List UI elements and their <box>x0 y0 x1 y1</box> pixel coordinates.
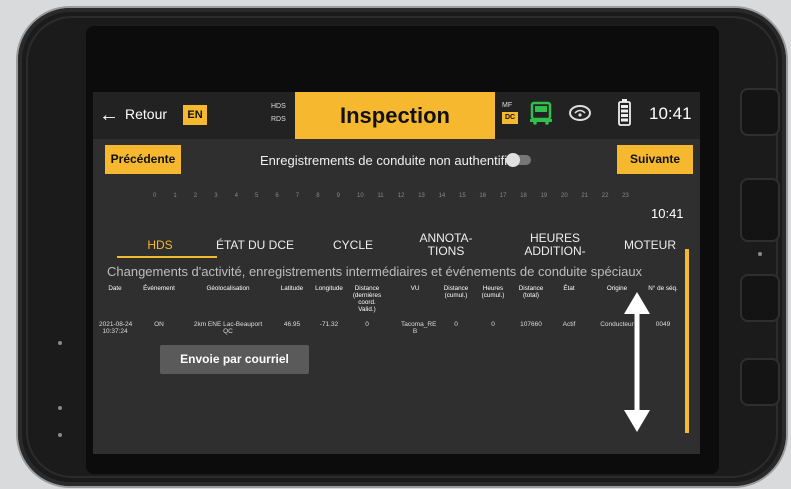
timeline-hour: 14 <box>438 193 446 199</box>
side-button-middle-lower[interactable] <box>740 274 780 322</box>
column-header[interactable]: Longitude <box>312 285 346 292</box>
timeline-hour: 15 <box>459 193 466 199</box>
side-button-bottom[interactable] <box>740 358 780 406</box>
timeline-hour: 0 <box>153 193 157 199</box>
timeline-hour: 20 <box>561 193 568 199</box>
previous-button[interactable]: Précédente <box>105 145 181 174</box>
column-header[interactable]: Géolocalisation <box>185 285 271 292</box>
timeline-clock: 10:41 <box>651 206 684 221</box>
sensor-dot-1 <box>58 341 62 345</box>
tab-6[interactable]: MOTEUR <box>615 239 685 252</box>
timeline-hour: 1 <box>173 193 177 199</box>
unauthenticated-toggle[interactable] <box>506 153 531 167</box>
hour-timeline: 0 1 2 3 4 5 6 7 8 9 10 11 12 13 14 15 16 17 18 19 20 21 22 23 <box>153 193 633 203</box>
hds-label: HDS <box>271 103 286 110</box>
table-row[interactable]: 2021-08-24 10:37:24 ON 2km ENE Lac-Beaupor… <box>93 321 700 341</box>
timeline-hour: 2 <box>193 193 198 199</box>
email-button[interactable]: Envoie par courriel <box>160 345 309 374</box>
back-label: Retour <box>125 106 168 122</box>
clock: 10:41 <box>649 104 692 123</box>
sensor-dot-2 <box>58 406 62 410</box>
toggle-knob <box>506 153 520 167</box>
timeline-hour: 10 <box>357 193 364 199</box>
truck-icon[interactable] <box>529 101 553 125</box>
active-tab-indicator <box>117 256 217 258</box>
unauthenticated-records-label: Enregistrements de conduite non authenti… <box>260 153 521 168</box>
side-button-top[interactable] <box>740 88 780 136</box>
top-bar: ← Retour EN HDS RDS Inspection MF DC 10:… <box>93 92 700 139</box>
timeline-hour: 11 <box>377 193 384 199</box>
scrollbar[interactable] <box>685 249 689 433</box>
language-button[interactable]: EN <box>183 105 207 125</box>
timeline-hour: 8 <box>316 193 320 199</box>
timeline-hour: 3 <box>214 193 218 199</box>
timeline-hour: 4 <box>234 193 238 199</box>
mf-label: MF <box>502 102 513 109</box>
table-cell: Actif <box>562 321 576 328</box>
timeline-hour: 6 <box>275 193 279 199</box>
app-screen: ← Retour EN HDS RDS Inspection MF DC 10:… <box>93 92 700 454</box>
table-cell: Tacoma_RE B <box>401 321 437 335</box>
mf-dc-indicator: MF DC <box>502 100 519 124</box>
table-cell: 0 <box>454 321 458 328</box>
page-title: Inspection <box>295 92 495 139</box>
tab-1[interactable]: HDS <box>135 239 185 252</box>
table-cell: 0 <box>365 321 369 328</box>
scroll-arrow-icon <box>624 292 650 432</box>
timeline-hour: 17 <box>499 193 507 199</box>
table-cell: 2021-08-24 10:37:24 <box>99 321 133 335</box>
table-cell: ON <box>154 321 164 328</box>
column-header[interactable]: VU <box>401 285 429 292</box>
column-header[interactable]: Heures (cumul.) <box>478 285 508 299</box>
timeline-hour: 22 <box>601 193 609 199</box>
battery-icon <box>618 99 631 126</box>
table-cell: 2km ENE Lac-Beauport QC <box>193 321 263 335</box>
column-header[interactable]: Distance (cumul.) <box>439 285 473 299</box>
timeline-hour: 13 <box>418 193 425 199</box>
table-cell: 46.95 <box>283 321 301 328</box>
timeline-hour: 16 <box>479 193 487 199</box>
dc-label: DC <box>502 112 519 124</box>
wifi-icon <box>569 105 591 121</box>
timeline-hour: 19 <box>540 193 548 199</box>
next-button[interactable]: Suivante <box>617 145 693 174</box>
back-button[interactable]: ← Retour <box>99 104 167 127</box>
tab-3[interactable]: CYCLE <box>323 239 383 252</box>
navigation-row: Précédente Enregistrements de conduite n… <box>93 139 700 187</box>
column-header[interactable]: Latitude <box>277 285 307 292</box>
timeline-hour: 9 <box>336 193 340 199</box>
column-header[interactable]: Distance (dernières coord. Valid.) <box>347 285 387 313</box>
back-arrow-icon: ← <box>99 104 119 126</box>
tab-4[interactable]: ANNOTA- TIONS <box>411 232 481 258</box>
hds-rds-indicator: HDS RDS <box>271 100 286 126</box>
timeline-hour: 5 <box>255 193 259 199</box>
column-header[interactable]: Distance (total) <box>514 285 548 299</box>
timeline-hour: 21 <box>581 193 589 199</box>
timeline-hour: 12 <box>397 193 405 199</box>
table-cell: -71.32 <box>319 321 339 328</box>
tab-2[interactable]: ÉTAT DU DCE <box>207 239 303 252</box>
timeline-hour: 23 <box>622 193 629 199</box>
side-button-middle-upper[interactable] <box>740 178 780 242</box>
timeline-hour: 18 <box>520 193 527 199</box>
column-header[interactable]: Date <box>99 285 131 292</box>
column-header[interactable]: Événement <box>138 285 180 292</box>
column-header[interactable]: Origine <box>598 285 636 292</box>
tab-bar: HDS ÉTAT DU DCE CYCLE ANNOTA- TIONS HEURES A… <box>93 232 700 266</box>
timeline-hour: 7 <box>295 193 300 199</box>
rds-label: RDS <box>271 116 286 123</box>
table-header: Date Événement Géolocalisation Latitude Long… <box>93 285 700 325</box>
sensor-dot-3 <box>58 433 62 437</box>
table-cell: 107660 <box>520 321 542 328</box>
camera-dot <box>758 252 762 256</box>
column-header[interactable]: État <box>558 285 580 292</box>
tab-5[interactable]: HEURES ADDITION- <box>511 232 599 258</box>
table-cell: 0 <box>491 321 495 328</box>
section-heading: Changements d'activité, enregistrements … <box>107 264 643 279</box>
column-header[interactable]: N° de séq. <box>640 285 686 292</box>
